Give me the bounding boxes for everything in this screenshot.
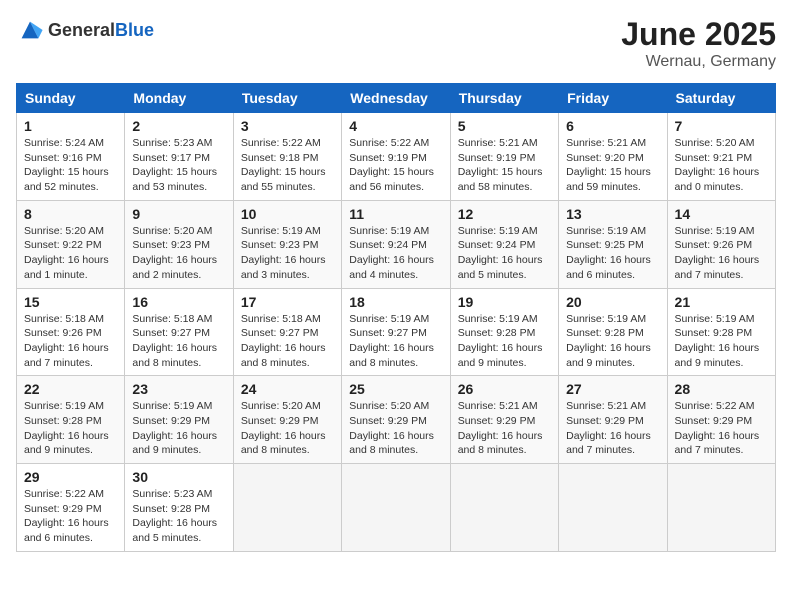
empty-cell-4 bbox=[559, 464, 667, 552]
day-20: 20 Sunrise: 5:19 AMSunset: 9:28 PMDaylig… bbox=[559, 288, 667, 376]
col-saturday: Saturday bbox=[667, 84, 775, 113]
day-29: 29 Sunrise: 5:22 AMSunset: 9:29 PMDaylig… bbox=[17, 464, 125, 552]
day-25: 25 Sunrise: 5:20 AMSunset: 9:29 PMDaylig… bbox=[342, 376, 450, 464]
day-21: 21 Sunrise: 5:19 AMSunset: 9:28 PMDaylig… bbox=[667, 288, 775, 376]
day-2: 2 Sunrise: 5:23 AMSunset: 9:17 PMDayligh… bbox=[125, 113, 233, 201]
calendar-table: Sunday Monday Tuesday Wednesday Thursday… bbox=[16, 83, 776, 552]
day-3: 3 Sunrise: 5:22 AMSunset: 9:18 PMDayligh… bbox=[233, 113, 341, 201]
week-row-5: 29 Sunrise: 5:22 AMSunset: 9:29 PMDaylig… bbox=[17, 464, 776, 552]
day-22: 22 Sunrise: 5:19 AMSunset: 9:28 PMDaylig… bbox=[17, 376, 125, 464]
day-23: 23 Sunrise: 5:19 AMSunset: 9:29 PMDaylig… bbox=[125, 376, 233, 464]
day-14: 14 Sunrise: 5:19 AMSunset: 9:26 PMDaylig… bbox=[667, 200, 775, 288]
day-10: 10 Sunrise: 5:19 AMSunset: 9:23 PMDaylig… bbox=[233, 200, 341, 288]
day-24: 24 Sunrise: 5:20 AMSunset: 9:29 PMDaylig… bbox=[233, 376, 341, 464]
day-18: 18 Sunrise: 5:19 AMSunset: 9:27 PMDaylig… bbox=[342, 288, 450, 376]
day-6: 6 Sunrise: 5:21 AMSunset: 9:20 PMDayligh… bbox=[559, 113, 667, 201]
page-header: GeneralBlue June 2025 Wernau, Germany bbox=[16, 16, 776, 71]
logo-blue: Blue bbox=[115, 20, 154, 40]
title-area: June 2025 Wernau, Germany bbox=[621, 16, 776, 71]
day-12: 12 Sunrise: 5:19 AMSunset: 9:24 PMDaylig… bbox=[450, 200, 558, 288]
empty-cell-3 bbox=[450, 464, 558, 552]
logo-general: General bbox=[48, 20, 115, 40]
day-17: 17 Sunrise: 5:18 AMSunset: 9:27 PMDaylig… bbox=[233, 288, 341, 376]
col-thursday: Thursday bbox=[450, 84, 558, 113]
week-row-3: 15 Sunrise: 5:18 AMSunset: 9:26 PMDaylig… bbox=[17, 288, 776, 376]
day-7: 7 Sunrise: 5:20 AMSunset: 9:21 PMDayligh… bbox=[667, 113, 775, 201]
day-13: 13 Sunrise: 5:19 AMSunset: 9:25 PMDaylig… bbox=[559, 200, 667, 288]
day-1: 1 Sunrise: 5:24 AMSunset: 9:16 PMDayligh… bbox=[17, 113, 125, 201]
col-wednesday: Wednesday bbox=[342, 84, 450, 113]
col-tuesday: Tuesday bbox=[233, 84, 341, 113]
calendar-header-row: Sunday Monday Tuesday Wednesday Thursday… bbox=[17, 84, 776, 113]
empty-cell-2 bbox=[342, 464, 450, 552]
week-row-4: 22 Sunrise: 5:19 AMSunset: 9:28 PMDaylig… bbox=[17, 376, 776, 464]
col-sunday: Sunday bbox=[17, 84, 125, 113]
week-row-2: 8 Sunrise: 5:20 AMSunset: 9:22 PMDayligh… bbox=[17, 200, 776, 288]
day-11: 11 Sunrise: 5:19 AMSunset: 9:24 PMDaylig… bbox=[342, 200, 450, 288]
day-26: 26 Sunrise: 5:21 AMSunset: 9:29 PMDaylig… bbox=[450, 376, 558, 464]
day-19: 19 Sunrise: 5:19 AMSunset: 9:28 PMDaylig… bbox=[450, 288, 558, 376]
col-monday: Monday bbox=[125, 84, 233, 113]
logo-text: GeneralBlue bbox=[48, 20, 154, 41]
day-15: 15 Sunrise: 5:18 AMSunset: 9:26 PMDaylig… bbox=[17, 288, 125, 376]
day-30: 30 Sunrise: 5:23 AMSunset: 9:28 PMDaylig… bbox=[125, 464, 233, 552]
empty-cell-1 bbox=[233, 464, 341, 552]
month-title: June 2025 bbox=[621, 16, 776, 53]
week-row-1: 1 Sunrise: 5:24 AMSunset: 9:16 PMDayligh… bbox=[17, 113, 776, 201]
col-friday: Friday bbox=[559, 84, 667, 113]
day-28: 28 Sunrise: 5:22 AMSunset: 9:29 PMDaylig… bbox=[667, 376, 775, 464]
logo: GeneralBlue bbox=[16, 16, 154, 44]
empty-cell-5 bbox=[667, 464, 775, 552]
location-title: Wernau, Germany bbox=[621, 53, 776, 71]
day-4: 4 Sunrise: 5:22 AMSunset: 9:19 PMDayligh… bbox=[342, 113, 450, 201]
day-27: 27 Sunrise: 5:21 AMSunset: 9:29 PMDaylig… bbox=[559, 376, 667, 464]
day-9: 9 Sunrise: 5:20 AMSunset: 9:23 PMDayligh… bbox=[125, 200, 233, 288]
day-5: 5 Sunrise: 5:21 AMSunset: 9:19 PMDayligh… bbox=[450, 113, 558, 201]
logo-icon bbox=[16, 16, 44, 44]
day-8: 8 Sunrise: 5:20 AMSunset: 9:22 PMDayligh… bbox=[17, 200, 125, 288]
day-16: 16 Sunrise: 5:18 AMSunset: 9:27 PMDaylig… bbox=[125, 288, 233, 376]
